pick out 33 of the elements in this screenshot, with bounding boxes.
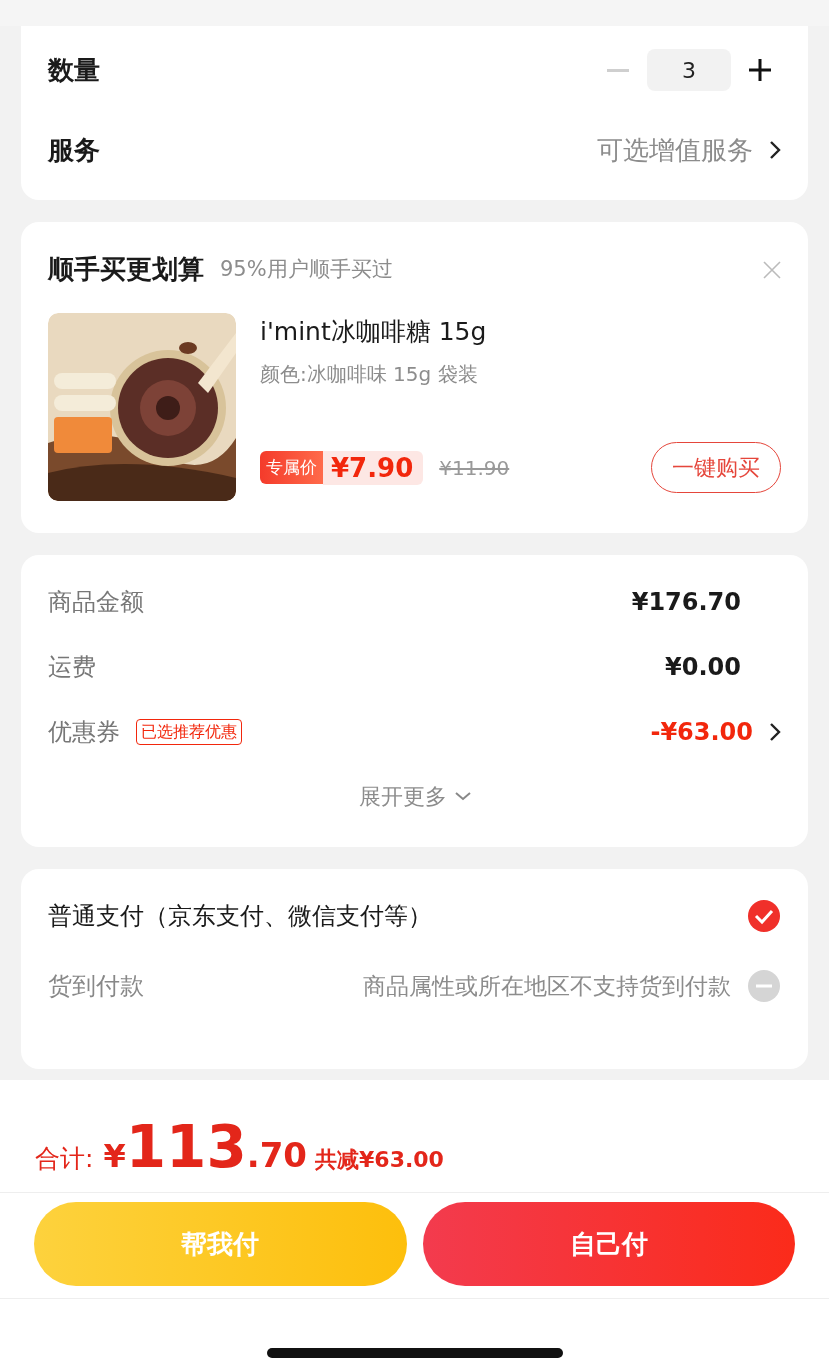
payment-option[interactable]: 普通支付（京东支付、微信支付等） <box>48 898 432 934</box>
product-name: i'mint冰咖啡糖 15g <box>260 316 488 348</box>
price-tag: 专属价 <box>260 450 323 485</box>
fee-value[interactable]: -¥63.00 <box>650 713 753 750</box>
chevron-down-icon[interactable] <box>454 792 471 801</box>
fee-label: 商品金额 <box>48 586 144 618</box>
total-saving: 共减¥63.00 <box>315 1146 444 1174</box>
fee-value: ¥0.00 <box>665 651 741 683</box>
chevron-right-icon <box>769 140 781 160</box>
close-icon[interactable] <box>763 260 781 279</box>
quantity-field[interactable]: 3 <box>647 49 731 91</box>
payment-note: 商品属性或所在地区不支持货到付款 <box>363 971 731 1001</box>
section-subtitle: 95%用户顺手买过 <box>220 255 393 283</box>
coupon-tag: 已选推荐优惠 <box>136 718 242 745</box>
total-amount: ¥113.70 <box>103 1118 307 1181</box>
minus-icon <box>607 68 629 72</box>
chevron-right-icon <box>769 721 781 742</box>
buy-button[interactable]: 一键购买 <box>651 442 781 493</box>
expand-more-link[interactable]: 展开更多 <box>358 780 447 813</box>
total-label: 合计: <box>35 1143 94 1175</box>
product-spec: 颜色:冰咖啡味 15g 袋装 <box>260 360 479 388</box>
fee-value: ¥176.70 <box>631 586 741 618</box>
fee-label: 优惠券 <box>48 716 120 748</box>
section-title: 顺手买更划算 <box>48 253 204 286</box>
plus-icon <box>749 59 771 81</box>
service-link[interactable]: 可选增值服务 <box>597 130 753 170</box>
service-label: 服务 <box>48 133 100 167</box>
quantity-label: 数量 <box>48 53 100 87</box>
fee-label: 运费 <box>48 651 96 683</box>
pay-button[interactable]: 自己付 <box>422 1202 795 1286</box>
product-price: ¥7.90 <box>323 450 424 485</box>
checked-radio-icon[interactable] <box>747 899 781 933</box>
original-price: ¥11.90 <box>439 454 510 482</box>
